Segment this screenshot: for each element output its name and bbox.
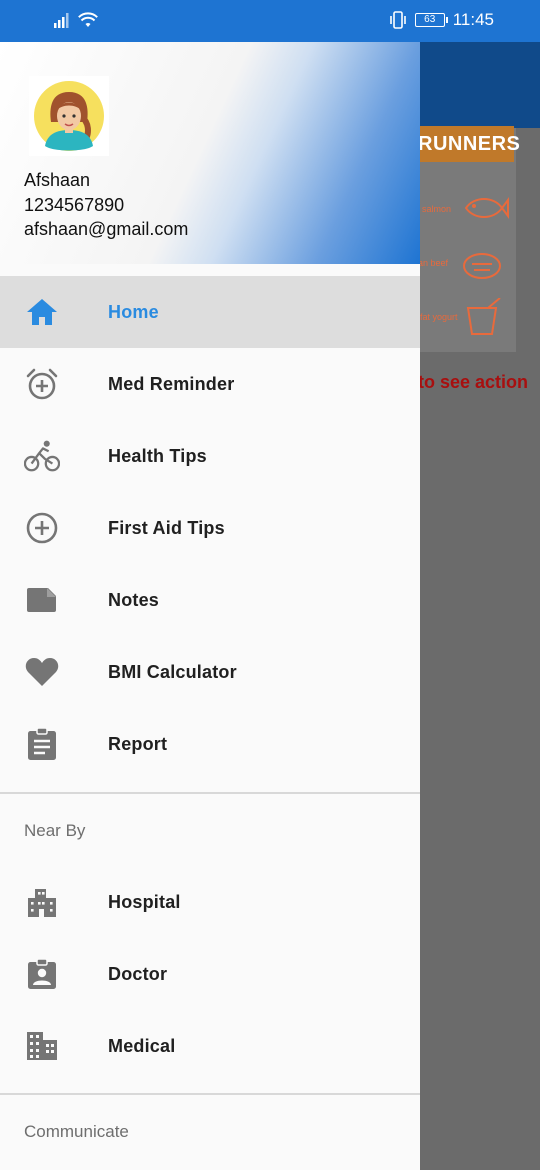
steak-icon (463, 253, 501, 279)
medical-building-icon (24, 1028, 60, 1064)
section-title-near-by: Near By (24, 821, 86, 840)
menu-item-label: Report (108, 733, 168, 754)
doctor-badge-icon (24, 956, 60, 992)
wifi-icon (78, 12, 98, 27)
menu-item-label: BMI Calculator (108, 661, 237, 682)
add-circle-icon (24, 510, 60, 546)
menu-item-bmi-calculator[interactable]: BMI Calculator (0, 636, 420, 708)
menu-item-label: Hospital (108, 891, 181, 912)
clipboard-icon (24, 726, 60, 762)
menu-item-label: Health Tips (108, 445, 207, 466)
fish-icon (464, 197, 509, 219)
status-time: 11:45 (452, 10, 494, 29)
menu-item-health-tips[interactable]: Health Tips (0, 420, 420, 492)
hospital-building-icon (24, 884, 60, 920)
note-icon (24, 582, 60, 618)
alarm-add-icon (24, 366, 60, 402)
menu-item-label: Med Reminder (108, 373, 235, 394)
avatar[interactable] (29, 76, 109, 156)
home-icon (24, 294, 60, 330)
menu-item-hospital[interactable]: Hospital (0, 866, 420, 938)
yogurt-cup-icon (466, 298, 501, 335)
menu-item-doctor[interactable]: Doctor (0, 938, 420, 1010)
menu-item-med-reminder[interactable]: Med Reminder (0, 348, 420, 420)
user-name: Afshaan (24, 170, 91, 190)
menu-item-label: Notes (108, 589, 160, 610)
menu-divider (0, 1093, 420, 1095)
status-bar: 63 11:45 (0, 0, 540, 42)
menu-item-label: Doctor (108, 963, 168, 984)
menu-item-label: First Aid Tips (108, 517, 225, 538)
heart-icon (24, 654, 60, 690)
section-title-communicate: Communicate (24, 1122, 129, 1141)
signal-icon (54, 13, 69, 28)
user-email: afshaan@gmail.com (24, 219, 189, 239)
bike-icon (24, 438, 60, 474)
menu-divider (0, 792, 420, 794)
battery-indicator: 63 (414, 13, 448, 27)
background-action-hint: to see action (418, 372, 529, 392)
user-info: Afshaan 1234567890 afshaan@gmail.com (24, 168, 188, 242)
user-avatar-icon (34, 81, 104, 151)
menu-item-label: Medical (108, 1035, 176, 1056)
menu-item-report[interactable]: Report (0, 708, 420, 780)
navigation-drawer: Afshaan 1234567890 afshaan@gmail.com Hom… (0, 42, 420, 1170)
menu-item-medical[interactable]: Medical (0, 1010, 420, 1082)
menu-item-first-aid-tips[interactable]: First Aid Tips (0, 492, 420, 564)
vibrate-icon (389, 11, 406, 29)
user-phone: 1234567890 (24, 194, 125, 215)
menu-item-home[interactable]: Home (0, 276, 420, 348)
menu-item-label: Home (108, 301, 159, 322)
menu-item-notes[interactable]: Notes (0, 564, 420, 636)
drawer-header: Afshaan 1234567890 afshaan@gmail.com (0, 42, 420, 264)
